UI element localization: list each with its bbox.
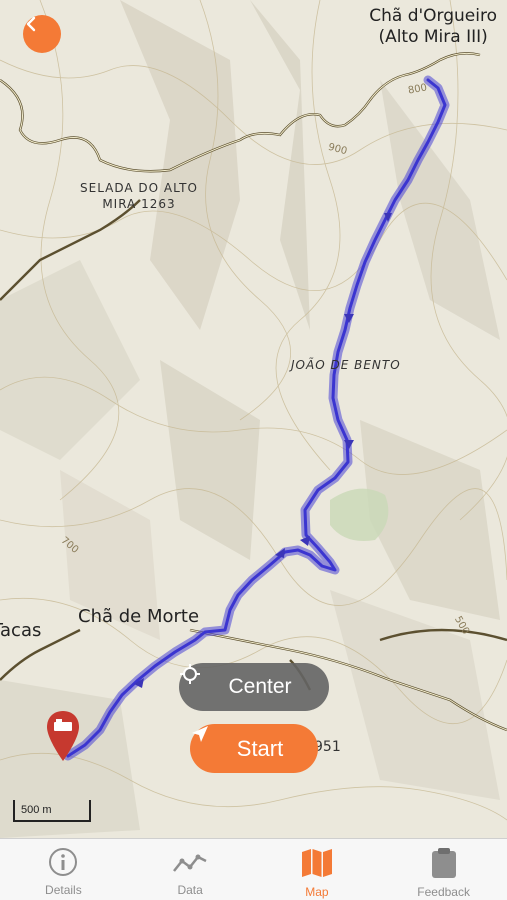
chevron-left-icon <box>26 16 36 32</box>
back-button[interactable] <box>23 15 61 53</box>
clipboard-icon <box>431 848 456 878</box>
tab-data[interactable]: Data <box>127 839 254 900</box>
center-button[interactable]: Center <box>179 663 329 711</box>
tab-details[interactable]: Details <box>0 839 127 900</box>
selada-line1: SELADA DO ALTO <box>80 181 198 195</box>
place-label-selada: SELADA DO ALTO MIRA 1263 <box>80 180 198 212</box>
map-view[interactable]: Chã d'Orgueiro (Alto Mira III) SELADA DO… <box>0 0 507 838</box>
peak-elevation-label: 951 <box>314 739 341 755</box>
tab-map-label: Map <box>305 885 329 899</box>
tab-bar: Details Data Map Feedback <box>0 838 507 900</box>
scale-bar: 500 m <box>13 800 93 822</box>
tab-map[interactable]: Map <box>254 839 381 900</box>
place-label-cha-dorgueiro: Chã d'Orgueiro (Alto Mira III) <box>369 6 497 48</box>
place-label-tacas: Tacas <box>0 620 42 641</box>
info-circle-icon <box>49 848 78 876</box>
start-label: Start <box>236 735 284 761</box>
place-label-joao-de-bento: JOÃO DE BENTO <box>291 358 401 372</box>
tab-feedback[interactable]: Feedback <box>380 839 507 900</box>
scale-label: 500 m <box>21 804 52 816</box>
place-label-line2: (Alto Mira III) <box>378 27 488 47</box>
start-button[interactable]: Start <box>190 724 318 773</box>
map-icon <box>301 849 332 877</box>
line-chart-icon <box>173 854 207 872</box>
tab-data-label: Data <box>177 883 203 897</box>
tab-feedback-label: Feedback <box>417 885 470 899</box>
place-label-cha-de-morte: Chã de Morte <box>78 606 200 627</box>
center-label: Center <box>228 675 292 698</box>
tab-details-label: Details <box>45 883 82 897</box>
place-label-line1: Chã d'Orgueiro <box>369 6 497 26</box>
selada-line2: MIRA 1263 <box>102 197 176 211</box>
